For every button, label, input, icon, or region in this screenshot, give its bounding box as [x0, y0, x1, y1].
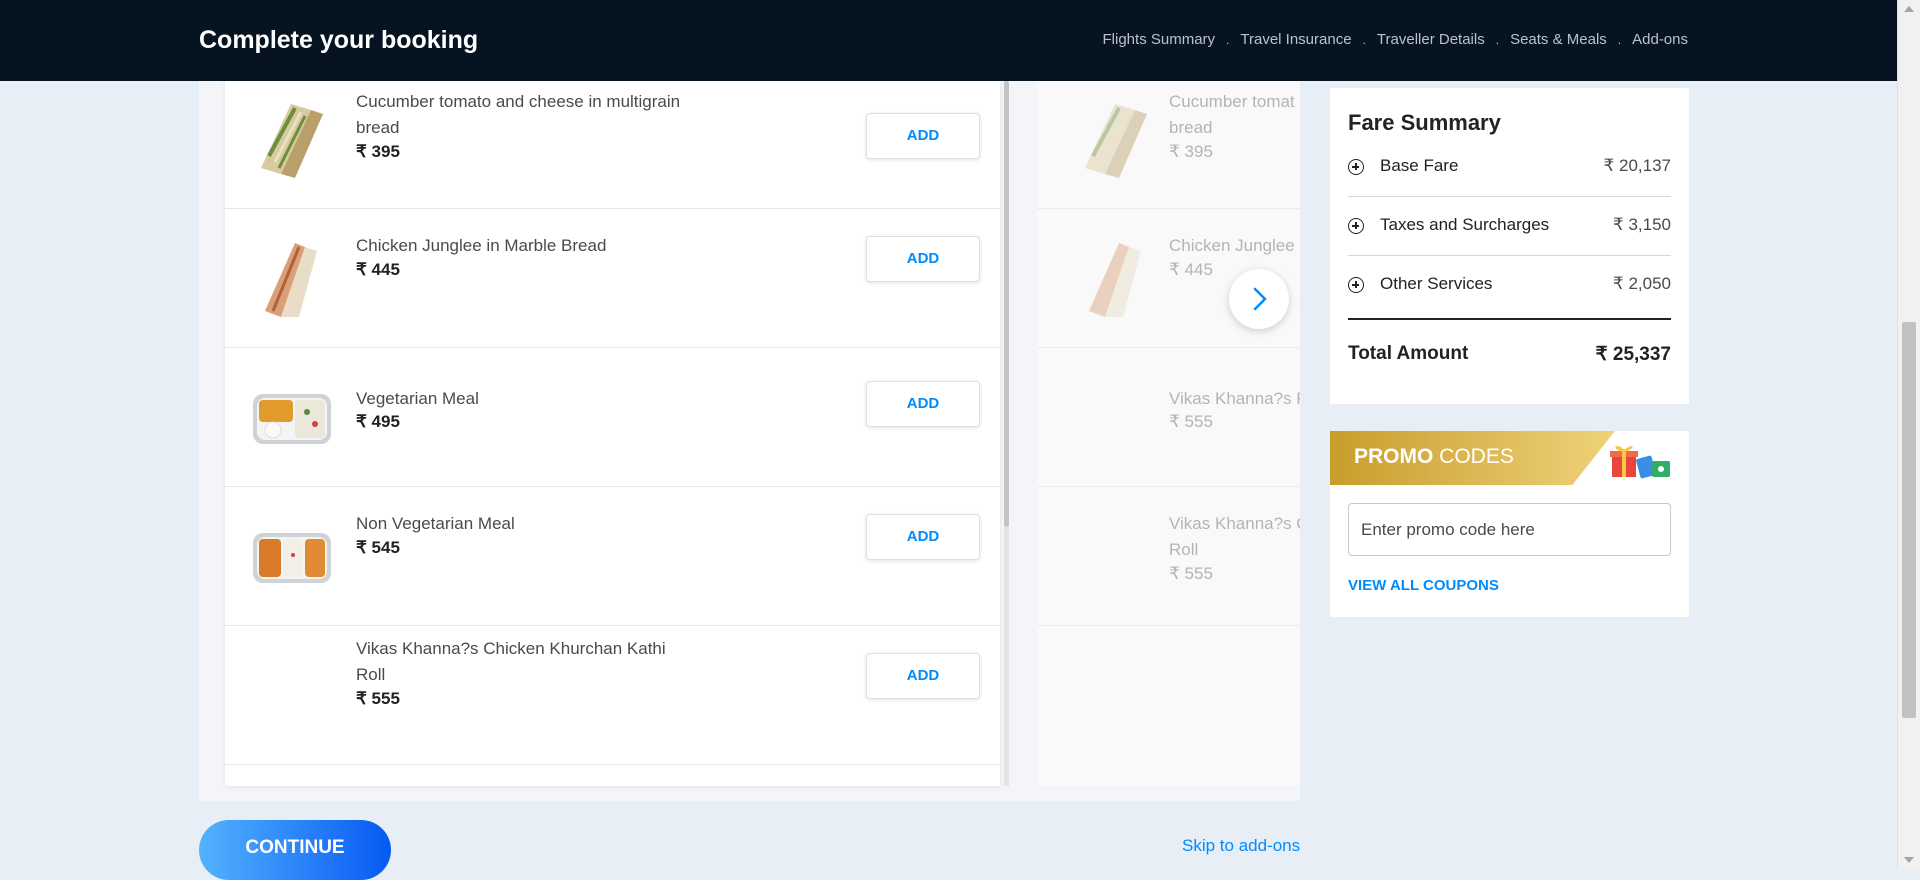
continue-button[interactable]: CONTINUE [199, 820, 391, 880]
step-travel-insurance[interactable]: Travel Insurance [1240, 31, 1351, 48]
expand-plus-icon[interactable] [1348, 159, 1364, 175]
fare-row-other-services[interactable]: Other Services ₹ 2,050 [1348, 255, 1671, 314]
total-amount-label: Total Amount [1348, 343, 1469, 364]
booking-steps: Flights Summary . Travel Insurance . Tra… [1103, 31, 1688, 48]
fare-row-base-fare[interactable]: Base Fare ₹ 20,137 [1348, 137, 1671, 197]
sandwich-image [1089, 243, 1141, 317]
add-meal-button[interactable]: ADD [866, 514, 980, 560]
meal-name: Vikas Khanna?s Chicken Khurchan Kathi Ro… [356, 639, 666, 684]
promo-title-bold: PROMO [1354, 445, 1434, 468]
step-separator: . [1495, 32, 1500, 47]
meal-price: ₹ 395 [356, 142, 400, 161]
step-separator: . [1362, 32, 1366, 47]
preview-meal-item: Vikas Khanna?s C Roll ₹ 555 [1037, 487, 1300, 626]
sandwich-image [265, 243, 317, 317]
fare-row-value: ₹ 20,137 [1603, 156, 1671, 175]
preview-meal-price: ₹ 395 [1169, 142, 1213, 161]
meal-panel: Cucumber tomato and cheese in multigrain… [199, 81, 1300, 801]
step-flights-summary[interactable]: Flights Summary [1103, 31, 1216, 48]
fare-summary-title: Fare Summary [1348, 110, 1501, 135]
step-separator: . [1226, 32, 1230, 47]
step-traveller-details[interactable]: Traveller Details [1377, 31, 1485, 48]
preview-meal-name: Vikas Khanna?s C [1169, 514, 1300, 533]
fare-row-value: ₹ 3,150 [1612, 215, 1671, 234]
preview-meal-price: ₹ 445 [1169, 260, 1213, 279]
meal-list-scrollbar[interactable] [1004, 81, 1009, 786]
meal-item: Non Vegetarian Meal ₹ 545 ADD [225, 487, 1000, 626]
scroll-down-arrow-icon[interactable] [1904, 857, 1914, 863]
promo-banner: PROMO CODES [1330, 431, 1615, 485]
meal-price: ₹ 495 [356, 412, 400, 431]
fare-summary-card: Fare Summary Base Fare ₹ 20,137 Taxes an… [1330, 88, 1689, 404]
add-meal-button[interactable]: ADD [866, 381, 980, 427]
sandwich-image [1085, 104, 1147, 178]
meal-name: Chicken Junglee in Marble Bread [356, 236, 607, 255]
meal-name: Vegetarian Meal [356, 389, 479, 408]
meal-price: ₹ 445 [356, 260, 400, 279]
total-amount-value: ₹ 25,337 [1595, 344, 1671, 365]
page-title: Complete your booking [199, 26, 479, 54]
promo-title-rest: CODES [1433, 445, 1514, 468]
meal-tray-image [253, 394, 331, 444]
promo-title: PROMO CODES [1354, 445, 1514, 469]
meal-name: Cucumber tomato and cheese in multigrain… [356, 92, 681, 137]
fare-row-value: ₹ 2,050 [1612, 274, 1671, 293]
expand-plus-icon[interactable] [1348, 218, 1364, 234]
preview-meal-name: Chicken Junglee i [1169, 236, 1300, 255]
expand-plus-icon[interactable] [1348, 277, 1364, 293]
meal-list-scroll-thumb[interactable] [1004, 81, 1009, 527]
next-slide-button[interactable] [1229, 269, 1289, 329]
meal-item: Chicken Junglee in Marble Bread ₹ 445 AD… [225, 209, 1000, 348]
promo-code-input[interactable] [1348, 503, 1671, 556]
meal-item: Vikas Khanna?s Chicken Khurchan Kathi Ro… [225, 626, 1000, 765]
next-meal-list-preview: Cucumber tomat bread ₹ 395 Chicken Jungl… [1037, 81, 1300, 786]
meal-price: ₹ 555 [356, 689, 400, 708]
page-scrollbar[interactable] [1897, 0, 1920, 869]
preview-meal-name: Cucumber tomat [1169, 92, 1295, 111]
meal-item: Cucumber tomato and cheese in multigrain… [225, 81, 1000, 209]
sandwich-image [261, 104, 323, 178]
fare-total-row: Total Amount ₹ 25,337 [1348, 318, 1671, 380]
promo-codes-card: PROMO CODES VIEW ALL COUPONS [1330, 431, 1689, 617]
meal-price: ₹ 545 [356, 538, 400, 557]
preview-meal-name-line2: bread [1169, 118, 1213, 137]
view-all-coupons-link[interactable]: VIEW ALL COUPONS [1348, 577, 1499, 594]
step-seats-meals[interactable]: Seats & Meals [1510, 31, 1607, 48]
preview-meal-name-line2: Roll [1169, 540, 1199, 559]
preview-meal-price: ₹ 555 [1169, 412, 1213, 431]
skip-to-addons-link[interactable]: Skip to add-ons [1182, 836, 1300, 856]
meal-list: Cucumber tomato and cheese in multigrain… [225, 81, 1000, 786]
scroll-up-arrow-icon[interactable] [1904, 6, 1914, 12]
fare-row-taxes[interactable]: Taxes and Surcharges ₹ 3,150 [1348, 196, 1671, 256]
top-header: Complete your booking Flights Summary . … [0, 0, 1898, 81]
meal-name: Non Vegetarian Meal [356, 514, 515, 533]
page-scroll-thumb[interactable] [1902, 322, 1916, 718]
meal-tray-image [253, 533, 331, 583]
add-meal-button[interactable]: ADD [866, 653, 980, 699]
preview-meal-item: Vikas Khanna?s P ₹ 555 [1037, 348, 1300, 487]
add-meal-button[interactable]: ADD [866, 113, 980, 159]
step-add-ons[interactable]: Add-ons [1632, 31, 1688, 48]
preview-meal-price: ₹ 555 [1169, 564, 1213, 583]
gift-icon [1610, 445, 1670, 479]
add-meal-button[interactable]: ADD [866, 236, 980, 282]
fare-row-label: Taxes and Surcharges [1380, 215, 1550, 234]
chevron-right-icon [1253, 287, 1267, 311]
preview-meal-name: Vikas Khanna?s P [1169, 389, 1300, 408]
step-separator: . [1617, 32, 1622, 47]
meal-item: Vegetarian Meal ₹ 495 ADD [225, 348, 1000, 487]
fare-row-label: Other Services [1380, 274, 1493, 293]
fare-row-label: Base Fare [1380, 156, 1459, 175]
preview-meal-item: Cucumber tomat bread ₹ 395 [1037, 81, 1300, 209]
